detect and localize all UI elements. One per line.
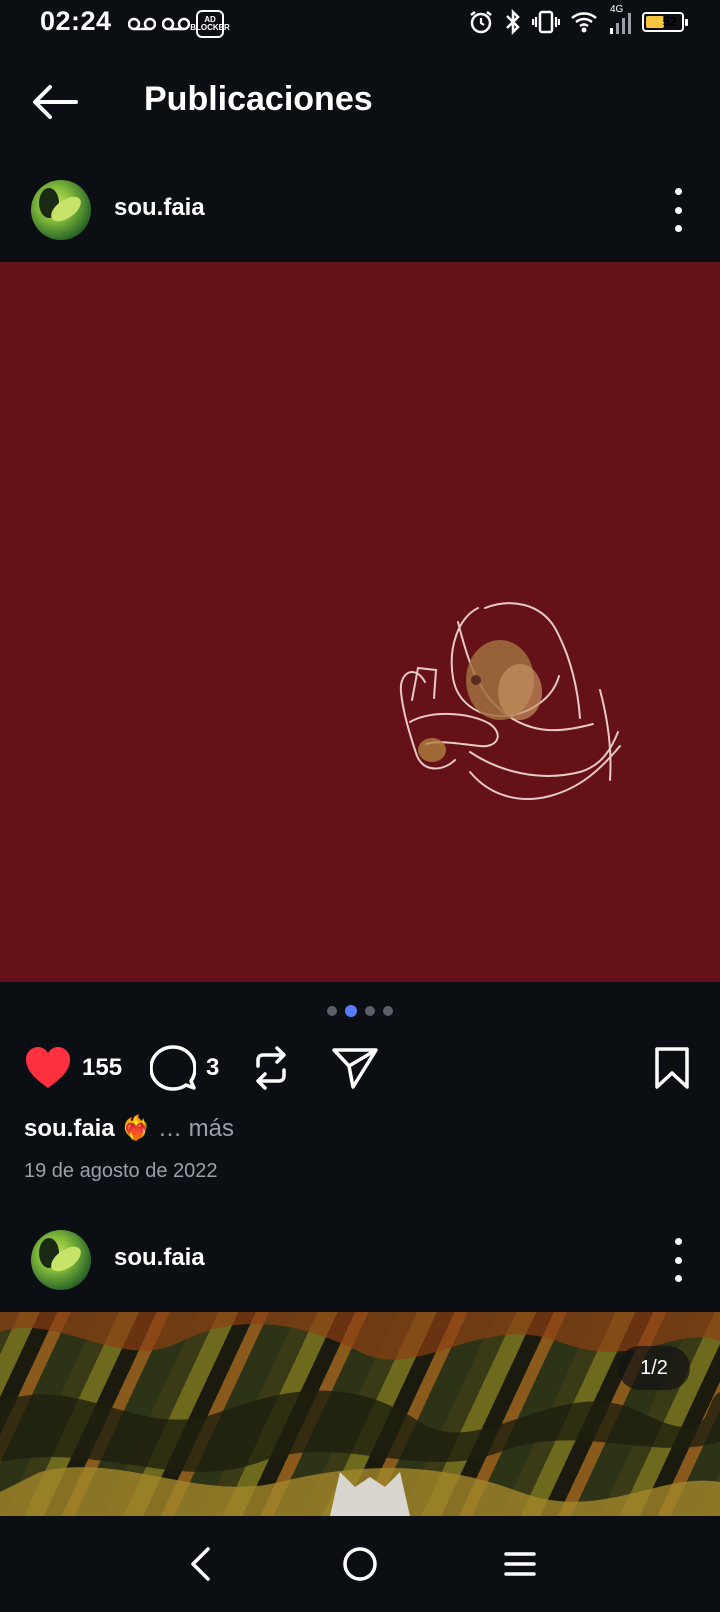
heart-icon[interactable] <box>24 1046 72 1090</box>
comment-icon[interactable] <box>150 1045 196 1091</box>
more-dot <box>674 1256 682 1264</box>
voicemail-icon <box>128 17 156 31</box>
voicemail-icon <box>162 17 190 31</box>
caption-emoji: ❤️‍🔥 <box>121 1115 152 1142</box>
system-navigation-bar <box>0 1516 720 1612</box>
chevron-left-icon <box>191 1547 210 1581</box>
menu-icon <box>504 1552 536 1576</box>
caption-more-link[interactable]: … más <box>158 1115 234 1142</box>
carousel-dot <box>365 1006 375 1016</box>
nav-back-button[interactable] <box>170 1534 230 1594</box>
avatar[interactable] <box>31 180 91 240</box>
alarm-icon <box>470 11 492 34</box>
comment-count[interactable]: 3 <box>206 1054 219 1082</box>
post-image[interactable] <box>0 1312 720 1516</box>
wifi-icon <box>571 12 597 33</box>
vibrate-icon <box>532 10 560 34</box>
page-title: Publicaciones <box>144 80 373 118</box>
bookmark-button[interactable] <box>654 1038 690 1098</box>
circle-home-icon <box>343 1547 377 1581</box>
post-date: 19 de agosto de 2022 <box>24 1160 218 1182</box>
nav-home-button[interactable] <box>330 1534 390 1594</box>
more-dot <box>674 188 682 195</box>
post-header: sou.faia <box>0 170 720 250</box>
more-options-button[interactable] <box>672 188 684 232</box>
network-type: 4G <box>610 4 624 15</box>
avatar[interactable] <box>31 1230 91 1290</box>
more-dot <box>674 225 682 232</box>
post-caption[interactable]: sou.faia ❤️‍🔥 … más <box>24 1114 234 1143</box>
like-group: 155 <box>24 1038 122 1098</box>
more-dot <box>674 1238 682 1245</box>
bookmark-icon <box>655 1047 689 1089</box>
back-button[interactable] <box>30 82 80 122</box>
arrow-left-icon <box>33 85 78 119</box>
repost-icon <box>256 1046 286 1090</box>
post-image[interactable] <box>0 262 720 982</box>
bluetooth-icon <box>506 9 520 35</box>
send-icon <box>332 1048 378 1089</box>
top-app-bar: Publicaciones <box>0 62 720 142</box>
post-actions: 155 3 <box>0 1038 720 1098</box>
status-bar: 02:24 AD BLOCKER 4G 52 <box>0 0 720 46</box>
more-dot <box>674 1275 682 1282</box>
signal-icon: 4G <box>608 4 632 36</box>
post-header: sou.faia <box>0 1220 720 1300</box>
carousel-dot <box>383 1006 393 1016</box>
caption-username[interactable]: sou.faia <box>24 1115 115 1142</box>
carousel-indicator <box>0 1005 720 1017</box>
line-art-illustration <box>399 602 621 800</box>
camouflage-artwork <box>0 1312 720 1516</box>
image-counter: 1/2 <box>618 1346 690 1390</box>
more-dot <box>674 206 682 214</box>
battery-level: 52 <box>662 14 677 29</box>
carousel-dot <box>327 1006 337 1016</box>
comment-group: 3 <box>150 1038 219 1098</box>
adblock-icon: AD BLOCKER <box>190 10 230 38</box>
status-time: 02:24 <box>40 6 112 36</box>
battery-icon: 52 <box>642 12 688 32</box>
repost-button[interactable] <box>252 1038 290 1098</box>
more-options-button[interactable] <box>672 1238 684 1282</box>
carousel-dot-active <box>345 1005 357 1017</box>
post-username[interactable]: sou.faia <box>114 1244 205 1272</box>
post-username[interactable]: sou.faia <box>114 194 205 222</box>
like-count[interactable]: 155 <box>82 1054 122 1082</box>
nav-recents-button[interactable] <box>490 1534 550 1594</box>
share-button[interactable] <box>332 1038 378 1098</box>
